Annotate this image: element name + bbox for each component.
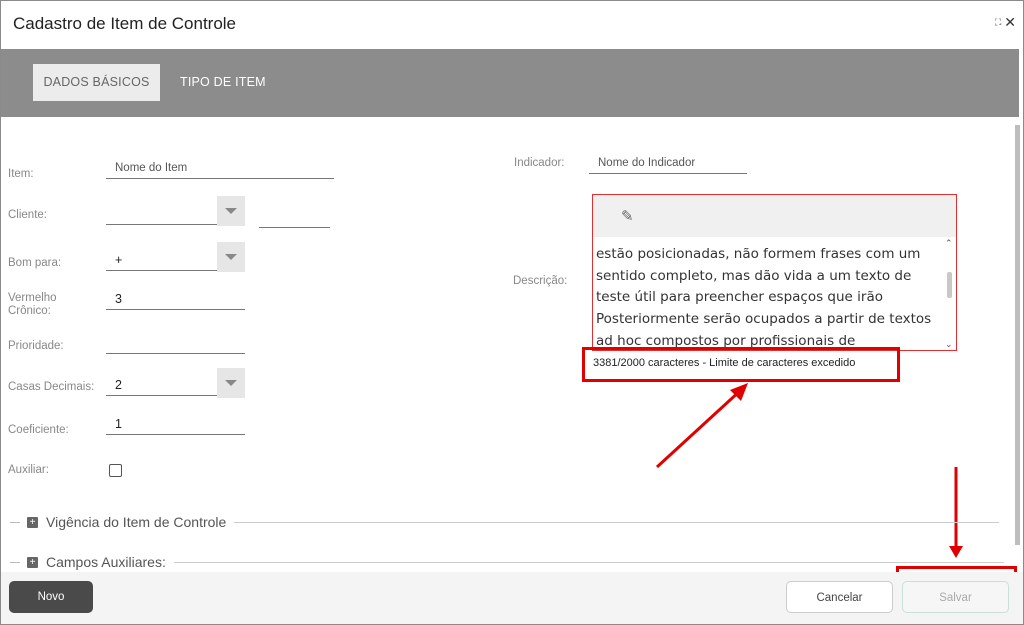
prioridade-label: Prioridade: [8, 340, 64, 352]
tab-tipo-de-item[interactable]: TIPO DE ITEM [164, 64, 282, 101]
descricao-label: Descrição: [513, 275, 568, 287]
auxiliar-checkbox[interactable] [109, 464, 122, 477]
save-button[interactable]: Salvar [902, 581, 1009, 613]
editor-line: estão posicionadas, não formem frases co… [596, 246, 921, 262]
scroll-up-icon[interactable]: ⌃ [945, 238, 953, 249]
editor-toolbar: ✎ [593, 195, 956, 237]
cliente-label: Cliente: [8, 209, 47, 221]
item-input[interactable]: Nome do Item [106, 157, 334, 179]
auxiliar-label: Auxiliar: [8, 464, 49, 476]
descricao-textarea[interactable]: estão posicionadas, não formem frases co… [596, 238, 941, 350]
descricao-editor[interactable]: ✎ estão posicionadas, não formem frases … [592, 194, 957, 351]
section-campos-label: Campos Auxiliares: [46, 554, 166, 570]
section-campos-auxiliares[interactable]: + Campos Auxiliares: [10, 554, 1004, 570]
section-divider [234, 521, 1000, 523]
item-label: Item: [8, 168, 34, 180]
close-icon[interactable]: ✕ [1004, 14, 1016, 31]
section-dash [10, 561, 20, 563]
novo-button[interactable]: Novo [9, 581, 93, 613]
editor-line: teste útil para preencher espaços que ir… [596, 289, 883, 306]
vermelho-cronico-label: Vermelho Crônico: [8, 292, 57, 318]
section-divider [173, 561, 1004, 563]
coeficiente-input[interactable]: 1 [106, 413, 245, 435]
vermelho-label-line2: Crônico: [8, 305, 51, 317]
pencil-icon[interactable]: ✎ [621, 207, 634, 225]
editor-line: sentido completo, mas dão vida a um text… [596, 267, 912, 284]
coeficiente-label: Coeficiente: [8, 424, 69, 436]
dialog-title: Cadastro de Item de Controle [13, 14, 237, 33]
indicador-label: Indicador: [514, 157, 565, 169]
indicador-input[interactable]: Nome do Indicador [589, 152, 747, 174]
annotation-counter-box [582, 347, 900, 382]
vermelho-cronico-input[interactable]: 3 [106, 288, 245, 310]
bom-para-label: Bom para: [8, 257, 62, 269]
section-vigencia[interactable]: + Vigência do Item de Controle [10, 514, 1000, 530]
casas-decimais-label: Casas Decimais: [8, 381, 95, 393]
page-scrollbar[interactable] [1015, 125, 1020, 545]
scroll-down-icon[interactable]: ⌄ [945, 339, 953, 350]
prioridade-input[interactable] [106, 332, 245, 354]
tab-bar: DADOS BÁSICOS TIPO DE ITEM [1, 49, 1019, 117]
bom-para-dropdown-icon[interactable] [217, 242, 245, 272]
expand-plus-icon[interactable]: + [27, 556, 38, 568]
editor-line: Posteriormente serão ocupados a partir d… [596, 311, 932, 328]
vermelho-label-line1: Vermelho [8, 292, 57, 304]
cliente-code-input[interactable] [259, 206, 330, 228]
cliente-select[interactable] [106, 203, 218, 225]
editor-scrollbar[interactable]: ⌃ ⌄ [945, 238, 954, 350]
expand-plus-icon[interactable]: + [27, 516, 38, 528]
window-controls: ⛶ ✕ [995, 14, 1016, 31]
cancel-button[interactable]: Cancelar [786, 581, 893, 613]
cliente-dropdown-icon[interactable] [217, 196, 245, 226]
casas-decimais-dropdown-icon[interactable] [217, 368, 245, 398]
casas-decimais-select[interactable]: 2 [106, 374, 218, 396]
tab-dados-basicos[interactable]: DADOS BÁSICOS [33, 64, 160, 101]
section-vigencia-label: Vigência do Item de Controle [46, 514, 227, 530]
section-dash [10, 521, 20, 523]
maximize-icon[interactable]: ⛶ [995, 17, 1001, 28]
bom-para-select[interactable]: + [106, 249, 218, 271]
editor-scroll-thumb[interactable] [947, 272, 952, 298]
